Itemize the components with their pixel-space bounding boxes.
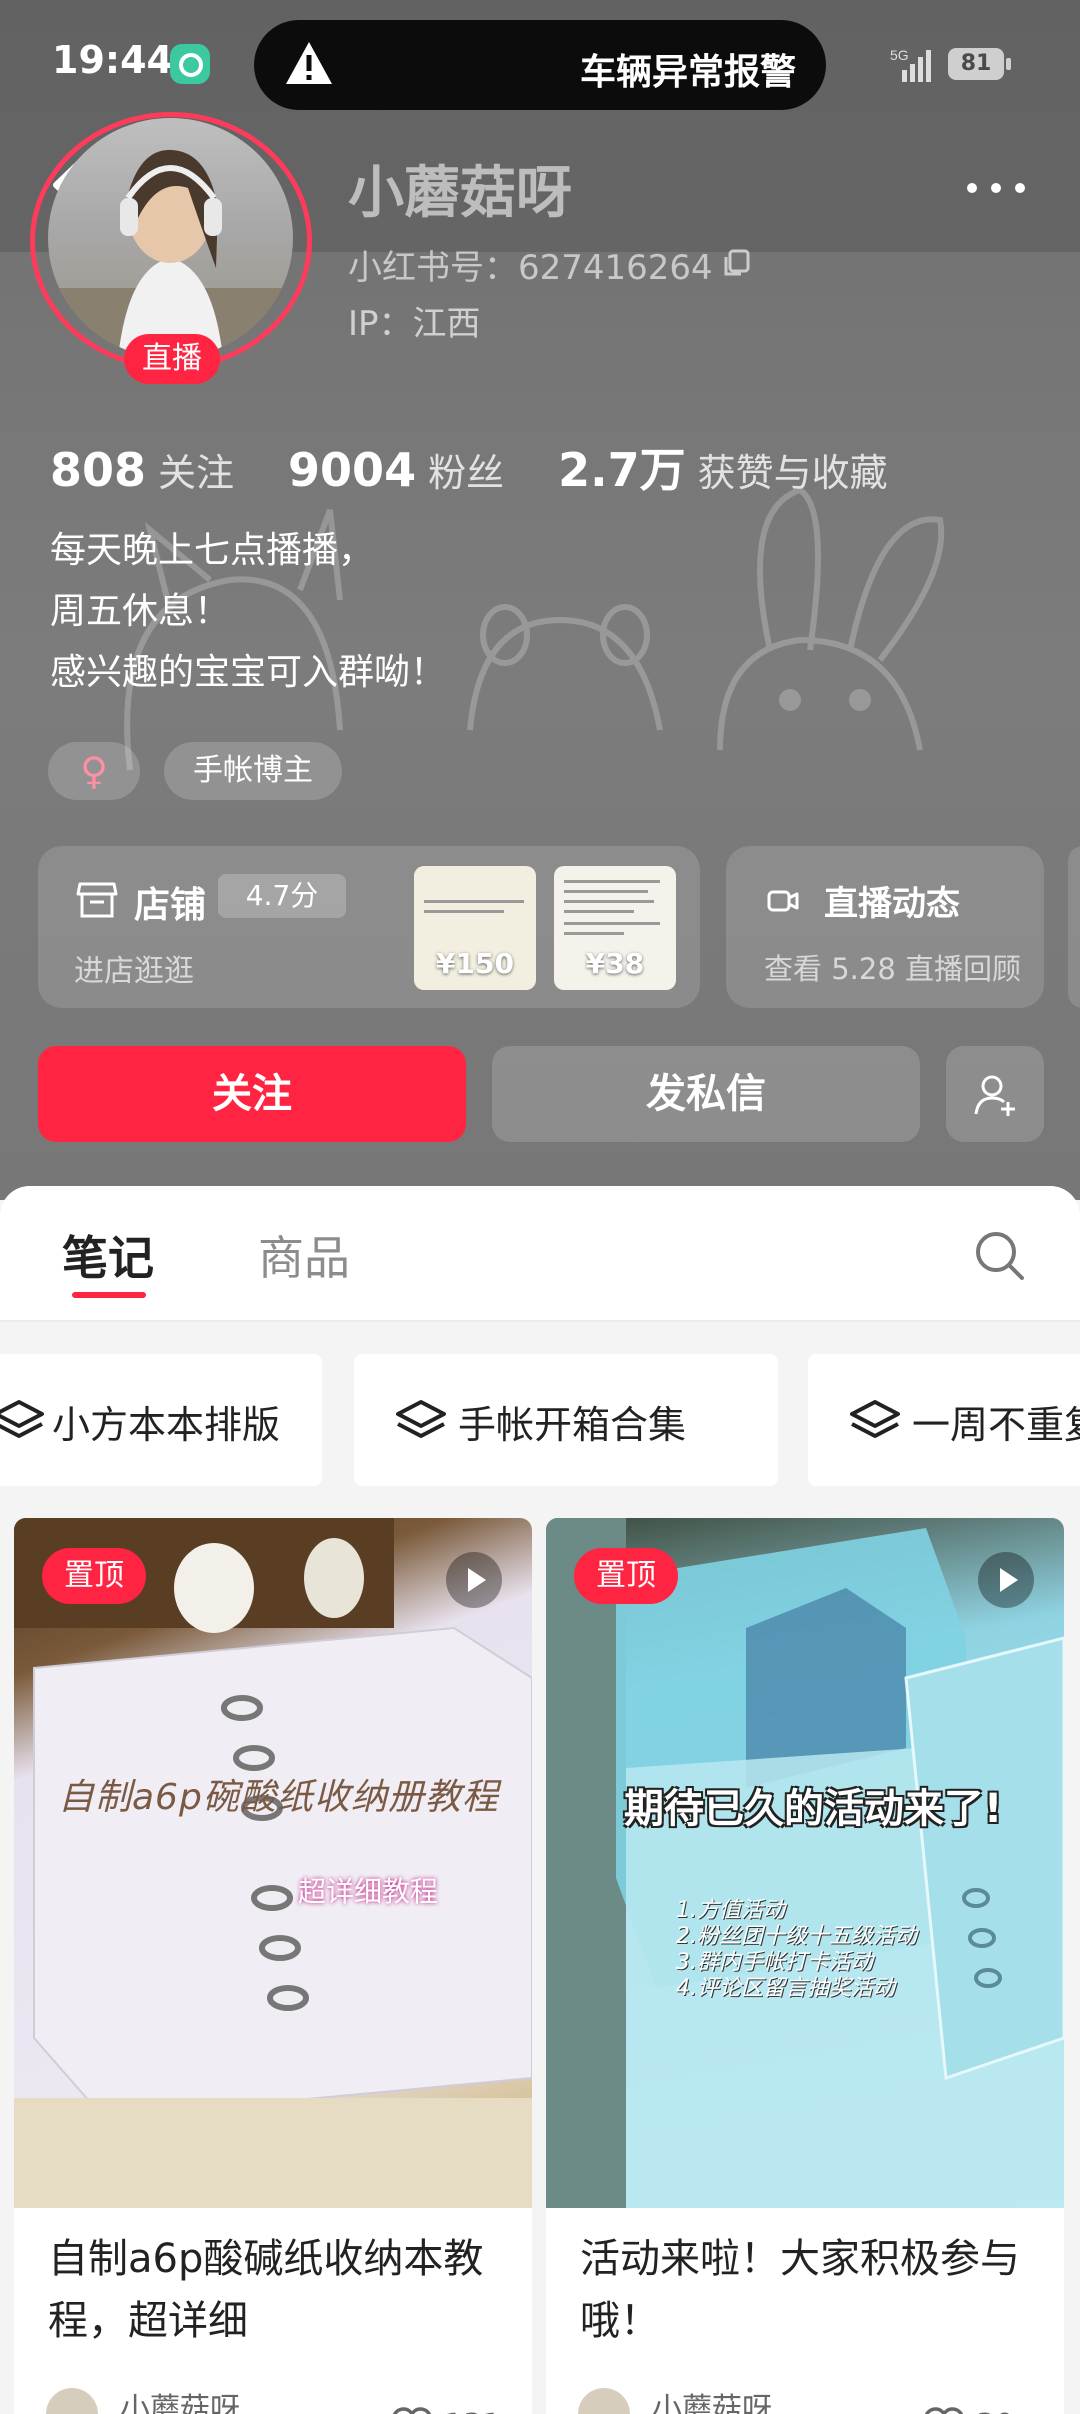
cover-list-item: 2.粉丝团十级十五级活动 bbox=[676, 1924, 917, 1949]
followers-label[interactable]: 粉丝 bbox=[428, 442, 504, 497]
avatar-illustration bbox=[48, 149, 293, 358]
folder-illustration bbox=[546, 1518, 1064, 2208]
shop-product-thumbnail[interactable]: ¥38 bbox=[554, 866, 676, 990]
shop-score-badge: 4.7分 bbox=[218, 874, 346, 918]
pinned-badge: 置顶 bbox=[42, 1548, 146, 1604]
live-badge[interactable]: 直播 bbox=[124, 334, 220, 384]
live-icon bbox=[767, 890, 799, 912]
status-bar: 19:44 车辆异常报警 5G 81 bbox=[0, 0, 1080, 128]
binder-illustration bbox=[14, 1518, 532, 2208]
next-card-peek[interactable] bbox=[1068, 846, 1080, 1008]
shop-subtitle: 进店逛逛 bbox=[74, 954, 194, 989]
gender-tag: ♀ bbox=[48, 742, 140, 800]
collection-chip[interactable]: 小方本本排版 bbox=[0, 1354, 322, 1486]
collection-chip[interactable]: 一周不重复 bbox=[808, 1354, 1080, 1486]
add-friend-button[interactable] bbox=[946, 1046, 1044, 1142]
likes-label[interactable]: 获赞与收藏 bbox=[698, 442, 888, 497]
active-tab-indicator bbox=[72, 1292, 146, 1298]
tab-notes[interactable]: 笔记 bbox=[62, 1222, 154, 1288]
cover-list-item: 4.评论区留言抽奖活动 bbox=[676, 1976, 895, 2001]
layers-icon bbox=[850, 1400, 900, 1438]
live-card-title: 直播动态 bbox=[824, 884, 960, 924]
svg-text:5G: 5G bbox=[890, 47, 909, 63]
note-title[interactable]: 活动来啦！大家积极参与哦！ bbox=[580, 2228, 1040, 2352]
role-tag: 手帐博主 bbox=[164, 742, 342, 800]
profile-red-id: 小红书号：627416264 bbox=[348, 248, 713, 288]
cover-activity-list: 1.方值活动 2.粉丝团十级十五级活动 3.群内手帐打卡活动 4.评论区留言抽奖… bbox=[676, 1898, 917, 2002]
following-label[interactable]: 关注 bbox=[158, 442, 234, 497]
author-avatar[interactable] bbox=[578, 2388, 630, 2414]
layers-icon bbox=[0, 1400, 44, 1438]
collection-label: 手帐开箱合集 bbox=[458, 1403, 687, 1447]
cover-list-item: 3.群内手帐打卡活动 bbox=[676, 1950, 873, 1975]
note-card[interactable]: 置顶 自制a6p碗酸纸收纳册教程 超详细教程 自制a6p酸碱纸收纳本教程，超详细… bbox=[14, 1518, 532, 2414]
note-title[interactable]: 自制a6p酸碱纸收纳本教程，超详细 bbox=[48, 2228, 508, 2352]
battery-icon: 81 bbox=[948, 48, 1011, 80]
video-play-icon bbox=[446, 1552, 502, 1608]
alert-text: 车辆异常报警 bbox=[579, 52, 796, 93]
content-sheet: 笔记 商品 小方本本排版 手帐开箱合集 一周不重复 bbox=[0, 1186, 1080, 2414]
heart-icon[interactable] bbox=[390, 2406, 434, 2414]
following-count[interactable]: 808 bbox=[50, 443, 146, 497]
layers-icon bbox=[396, 1400, 446, 1438]
note-cover-image[interactable]: 置顶 期待已久的活动来了! 1.方值活动 2.粉丝团十级十五级活动 3.群内手帐… bbox=[546, 1518, 1064, 2208]
status-time: 19:44 bbox=[52, 38, 173, 82]
video-play-icon bbox=[978, 1552, 1034, 1608]
bio-line: 感兴趣的宝宝可入群呦！ bbox=[50, 652, 447, 693]
copy-icon[interactable] bbox=[722, 248, 752, 278]
alert-pill[interactable]: 车辆异常报警 bbox=[254, 20, 826, 110]
like-count: 131 bbox=[444, 2408, 501, 2414]
pinned-badge: 置顶 bbox=[574, 1548, 678, 1604]
cover-subtitle: 超详细教程 bbox=[298, 1875, 439, 1908]
followers-count[interactable]: 9004 bbox=[288, 443, 416, 497]
shop-product-thumbnail[interactable]: ¥150 bbox=[414, 866, 536, 990]
live-replay-card[interactable]: 直播动态 查看 5.28 直播回顾 bbox=[726, 846, 1044, 1008]
bio-line: 周五休息！ bbox=[50, 591, 231, 632]
app-notification-icon bbox=[170, 44, 210, 84]
message-button[interactable]: 发私信 bbox=[492, 1046, 920, 1142]
product-price: ¥150 bbox=[436, 947, 514, 980]
collection-chip[interactable]: 手帐开箱合集 bbox=[354, 1354, 778, 1486]
bio-line: 每天晚上七点播播， bbox=[50, 530, 375, 571]
cover-title: 期待已久的活动来了! bbox=[624, 1786, 1003, 1832]
add-user-icon bbox=[974, 1075, 1015, 1116]
like-count: 30 bbox=[976, 2408, 1014, 2414]
profile-ip: IP：江西 bbox=[348, 304, 481, 344]
collection-label: 一周不重复 bbox=[912, 1403, 1080, 1447]
note-cover-image[interactable]: 置顶 自制a6p碗酸纸收纳册教程 超详细教程 bbox=[14, 1518, 532, 2208]
shop-title: 店铺 bbox=[134, 885, 207, 926]
more-icon[interactable] bbox=[960, 160, 1032, 210]
profile-stats: 808 关注 9004 粉丝 2.7万 获赞与收藏 bbox=[50, 434, 942, 497]
search-icon[interactable] bbox=[972, 1228, 1028, 1284]
likes-count[interactable]: 2.7万 bbox=[558, 434, 686, 500]
author-name[interactable]: 小蘑菇呀 bbox=[120, 2384, 240, 2414]
author-name[interactable]: 小蘑菇呀 bbox=[652, 2384, 772, 2414]
tab-bar: 笔记 商品 bbox=[0, 1186, 1080, 1322]
collection-label: 小方本本排版 bbox=[52, 1403, 281, 1447]
follow-button[interactable]: 关注 bbox=[38, 1046, 466, 1142]
cover-title: 自制a6p碗酸纸收纳册教程 bbox=[58, 1777, 499, 1818]
cover-list-item: 1.方值活动 bbox=[676, 1898, 785, 1923]
product-price: ¥38 bbox=[585, 947, 645, 980]
heart-icon[interactable] bbox=[922, 2406, 966, 2414]
shop-icon bbox=[76, 882, 118, 918]
note-card[interactable]: 置顶 期待已久的活动来了! 1.方值活动 2.粉丝团十级十五级活动 3.群内手帐… bbox=[546, 1518, 1064, 2414]
shop-card[interactable]: 店铺 4.7分 进店逛逛 ¥150 ¥38 bbox=[38, 846, 700, 1008]
author-avatar[interactable] bbox=[46, 2388, 98, 2414]
live-card-subtitle: 查看 5.28 直播回顾 bbox=[764, 952, 1022, 986]
profile-nickname: 小蘑菇呀 bbox=[348, 161, 572, 226]
profile-bio: 每天晚上七点播播， 周五休息！ 感兴趣的宝宝可入群呦！ bbox=[50, 520, 446, 703]
warning-icon bbox=[286, 42, 332, 84]
avatar[interactable] bbox=[48, 118, 293, 358]
tab-products[interactable]: 商品 bbox=[258, 1222, 350, 1288]
